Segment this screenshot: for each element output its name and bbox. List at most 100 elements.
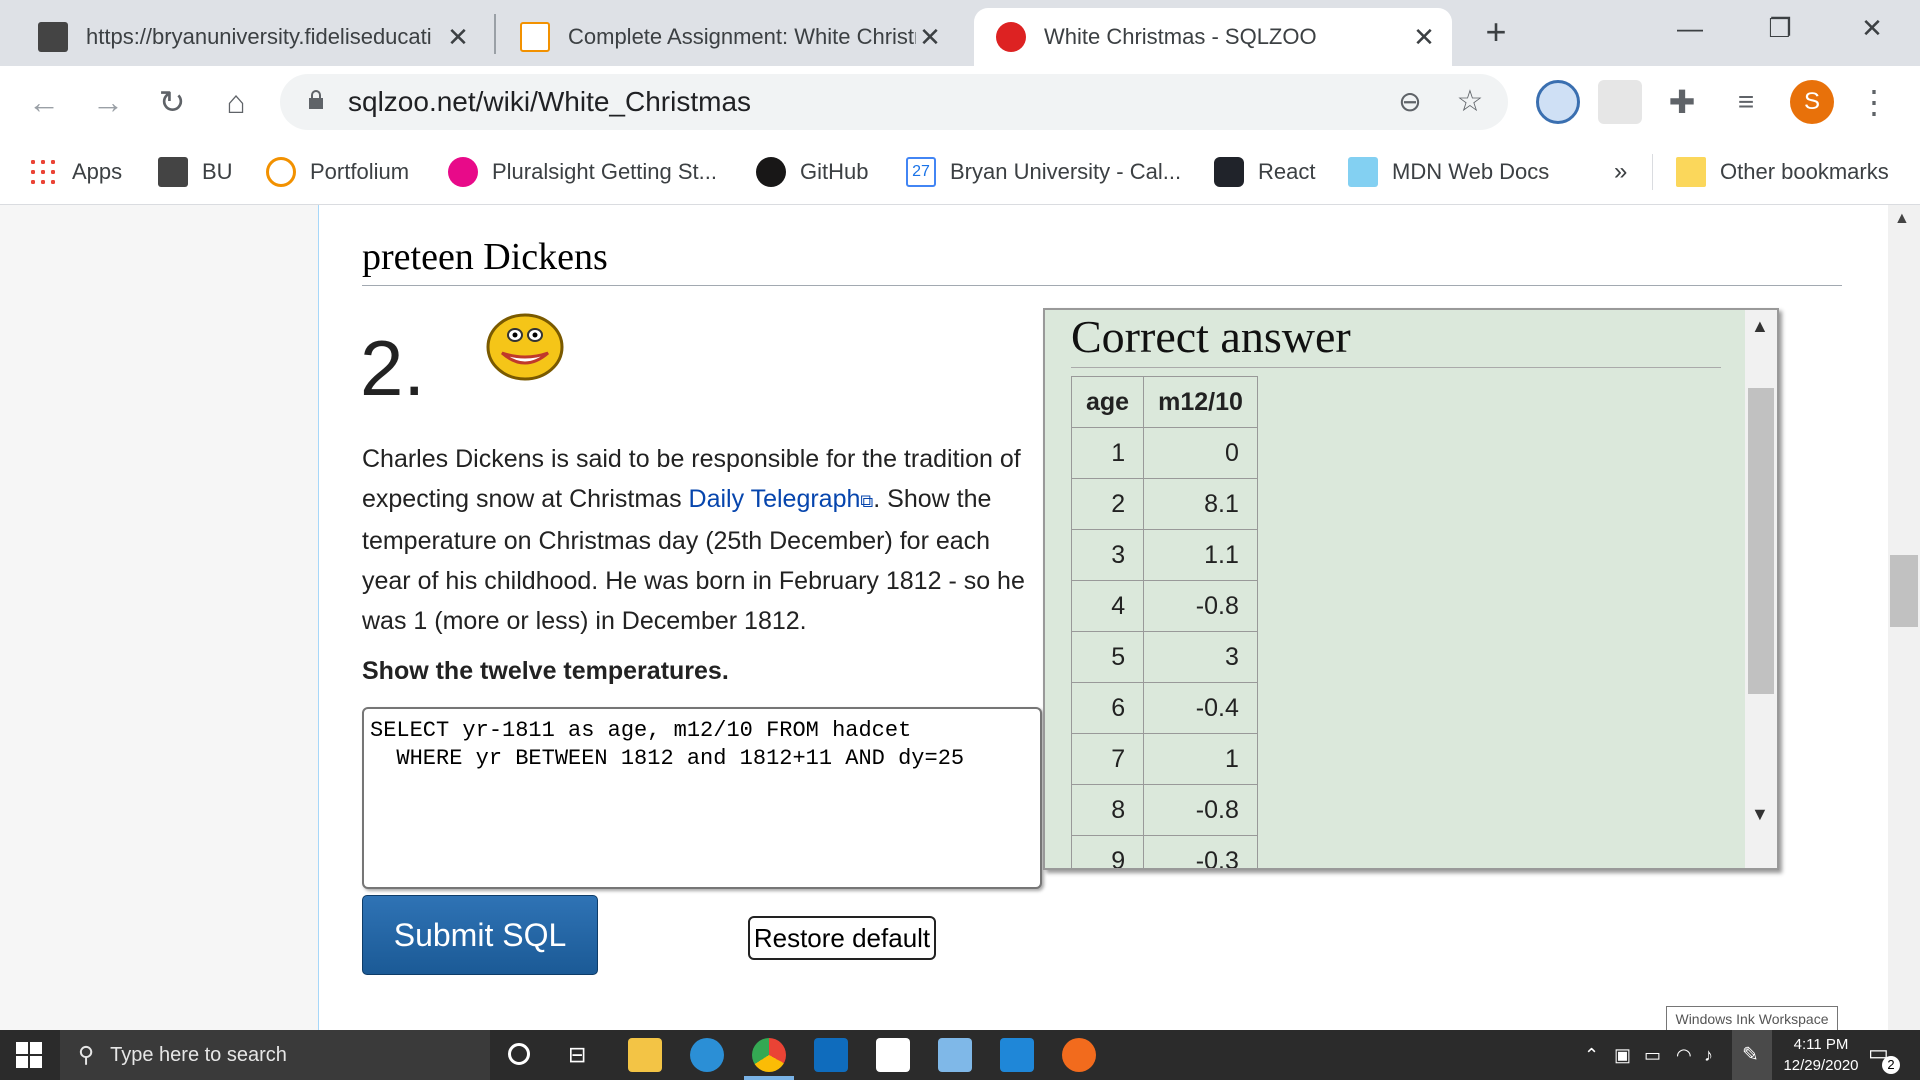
- table-cell: -0.4: [1143, 682, 1258, 734]
- submit-sql-button[interactable]: Submit SQL: [362, 895, 598, 975]
- bookmark-bryan-calendar[interactable]: 27 Bryan University - Cal...: [906, 152, 1181, 192]
- bookmark-label: Pluralsight Getting St...: [492, 159, 717, 184]
- edge-icon[interactable]: [690, 1038, 724, 1072]
- menu-kebab-icon[interactable]: ⋮: [1852, 80, 1896, 124]
- ink-workspace-tooltip: Windows Ink Workspace: [1666, 1006, 1838, 1032]
- react-devtools-icon[interactable]: [1598, 80, 1642, 124]
- search-icon: ⚲: [78, 1042, 95, 1067]
- notification-badge: 2: [1882, 1056, 1900, 1074]
- vscode-icon[interactable]: [1000, 1038, 1034, 1072]
- table-row: 9 -0.3: [1070, 835, 1258, 868]
- media-queue-icon[interactable]: ≡: [1724, 80, 1768, 124]
- table-row: 2 8.1: [1070, 478, 1258, 530]
- file-explorer-icon[interactable]: [628, 1038, 662, 1072]
- active-app-indicator: [744, 1076, 794, 1080]
- table-cell: 8: [1070, 784, 1145, 836]
- bookmark-label: React: [1258, 159, 1316, 184]
- sql-editor[interactable]: SELECT yr-1811 as age, m12/10 FROM hadce…: [362, 707, 1042, 889]
- bookmark-pluralsight[interactable]: Pluralsight Getting St...: [448, 152, 717, 192]
- table-cell: 7: [1070, 733, 1145, 785]
- bookmark-label: Other bookmarks: [1720, 159, 1889, 184]
- scroll-up-icon[interactable]: ▲: [1751, 316, 1769, 337]
- close-tab-icon[interactable]: ✕: [1410, 22, 1438, 53]
- answer-table: age m12/10 10 2 8.1 3 1.1 4 -0.8 53 6 -0.4 7…: [1070, 376, 1258, 868]
- bu-favicon-icon: [158, 157, 188, 187]
- bookmark-portfolium[interactable]: Portfolium: [266, 152, 409, 192]
- tray-chevron-icon[interactable]: ⌃: [1584, 1030, 1599, 1080]
- remote-desktop-icon[interactable]: [938, 1038, 972, 1072]
- new-tab-button[interactable]: +: [1478, 14, 1514, 50]
- react-icon: [1214, 157, 1244, 187]
- taskbar-clock[interactable]: 4:11 PM 12/29/2020: [1776, 1034, 1866, 1076]
- ink-workspace-button[interactable]: ✎: [1732, 1030, 1772, 1080]
- extension-icon[interactable]: [1536, 80, 1580, 124]
- tab-complete-assignment[interactable]: Complete Assignment: White Christm ✕: [498, 8, 958, 66]
- github-icon: [756, 157, 786, 187]
- bookmark-separator: [1652, 154, 1653, 190]
- close-tab-icon[interactable]: ✕: [916, 22, 944, 53]
- column-header: age: [1070, 376, 1145, 428]
- other-bookmarks[interactable]: Other bookmarks: [1676, 152, 1889, 192]
- page-scrollbar-thumb[interactable]: [1890, 555, 1918, 627]
- taskbar-search-box[interactable]: ⚲ Type here to search: [60, 1030, 490, 1080]
- address-bar[interactable]: sqlzoo.net/wiki/White_Christmas ⊖ ☆: [280, 74, 1508, 130]
- mdn-icon: [1348, 157, 1378, 187]
- more-bookmarks-button[interactable]: »: [1614, 152, 1627, 192]
- bookmark-apps[interactable]: Apps: [28, 152, 122, 192]
- reload-icon[interactable]: ↻: [150, 80, 194, 124]
- restore-default-button[interactable]: Restore default: [748, 916, 936, 960]
- outlook-icon[interactable]: [814, 1038, 848, 1072]
- volume-icon[interactable]: ♪: [1704, 1030, 1713, 1080]
- back-icon[interactable]: ←: [22, 80, 66, 124]
- cortana-icon[interactable]: [508, 1043, 530, 1065]
- bookmark-react[interactable]: React: [1214, 152, 1315, 192]
- battery-icon[interactable]: ▭: [1644, 1030, 1661, 1080]
- profile-avatar[interactable]: S: [1790, 80, 1834, 124]
- external-link-icon: ⧉: [860, 491, 874, 511]
- bookmark-github[interactable]: GitHub: [756, 152, 868, 192]
- zoom-icon[interactable]: ⊖: [1388, 80, 1432, 124]
- pen-icon: ✎: [1742, 1044, 1759, 1066]
- tab-white-christmas-sqlzoo[interactable]: White Christmas - SQLZOO ✕: [974, 8, 1452, 66]
- chrome-icon[interactable]: [752, 1038, 786, 1072]
- restore-window-icon[interactable]: ❐: [1750, 8, 1810, 48]
- table-cell: 4: [1070, 580, 1145, 632]
- smiley-icon: [486, 313, 564, 381]
- bookmark-bu[interactable]: BU: [158, 152, 233, 192]
- home-icon[interactable]: ⌂: [214, 80, 258, 124]
- task-view-icon[interactable]: ⊟: [568, 1042, 586, 1068]
- wifi-icon[interactable]: ◠: [1676, 1030, 1692, 1080]
- bookmark-star-icon[interactable]: ☆: [1448, 80, 1492, 124]
- close-tab-icon[interactable]: ✕: [444, 22, 472, 53]
- page-content: preteen Dickens 2. Charles Dickens is sa…: [0, 205, 1888, 1030]
- inkscape-icon[interactable]: [876, 1038, 910, 1072]
- close-window-icon[interactable]: ✕: [1842, 8, 1902, 48]
- tray-devices-icon[interactable]: ▣: [1614, 1030, 1631, 1080]
- table-row: 3 1.1: [1070, 529, 1258, 581]
- windows-start-icon[interactable]: [16, 1042, 42, 1068]
- bryan-university-favicon-icon: [38, 22, 68, 52]
- lb-favicon-icon: [520, 22, 550, 52]
- browser-toolbar: ← → ↻ ⌂ sqlzoo.net/wiki/White_Christmas …: [0, 66, 1920, 140]
- correct-answer-panel[interactable]: Correct answer age m12/10 10 2 8.1 3 1.1 4…: [1043, 308, 1779, 870]
- minimize-icon[interactable]: —: [1660, 8, 1720, 48]
- bookmark-mdn[interactable]: MDN Web Docs: [1348, 152, 1549, 192]
- table-row: 53: [1070, 631, 1258, 683]
- forward-icon[interactable]: →: [86, 80, 130, 124]
- table-cell: 1: [1070, 427, 1145, 479]
- page-scroll-up-icon[interactable]: ▲: [1894, 210, 1910, 228]
- table-cell: 3: [1143, 631, 1258, 683]
- extensions-puzzle-icon[interactable]: ✚: [1660, 80, 1704, 124]
- question-text: Charles Dickens is said to be responsibl…: [362, 439, 1042, 641]
- postman-icon[interactable]: [1062, 1038, 1096, 1072]
- scroll-down-icon[interactable]: ▼: [1751, 804, 1769, 825]
- daily-telegraph-link[interactable]: Daily Telegraph: [689, 485, 861, 513]
- table-row: 8 -0.8: [1070, 784, 1258, 836]
- table-cell: -0.3: [1143, 835, 1258, 868]
- answer-scrollbar-thumb[interactable]: [1748, 388, 1774, 694]
- answer-title: Correct answer: [1071, 310, 1721, 368]
- portfolium-icon: [266, 157, 296, 187]
- tab-bryan-university[interactable]: https://bryanuniversity.fideliseducati ✕: [16, 8, 486, 66]
- table-cell: 3: [1070, 529, 1145, 581]
- table-cell: -0.8: [1143, 784, 1258, 836]
